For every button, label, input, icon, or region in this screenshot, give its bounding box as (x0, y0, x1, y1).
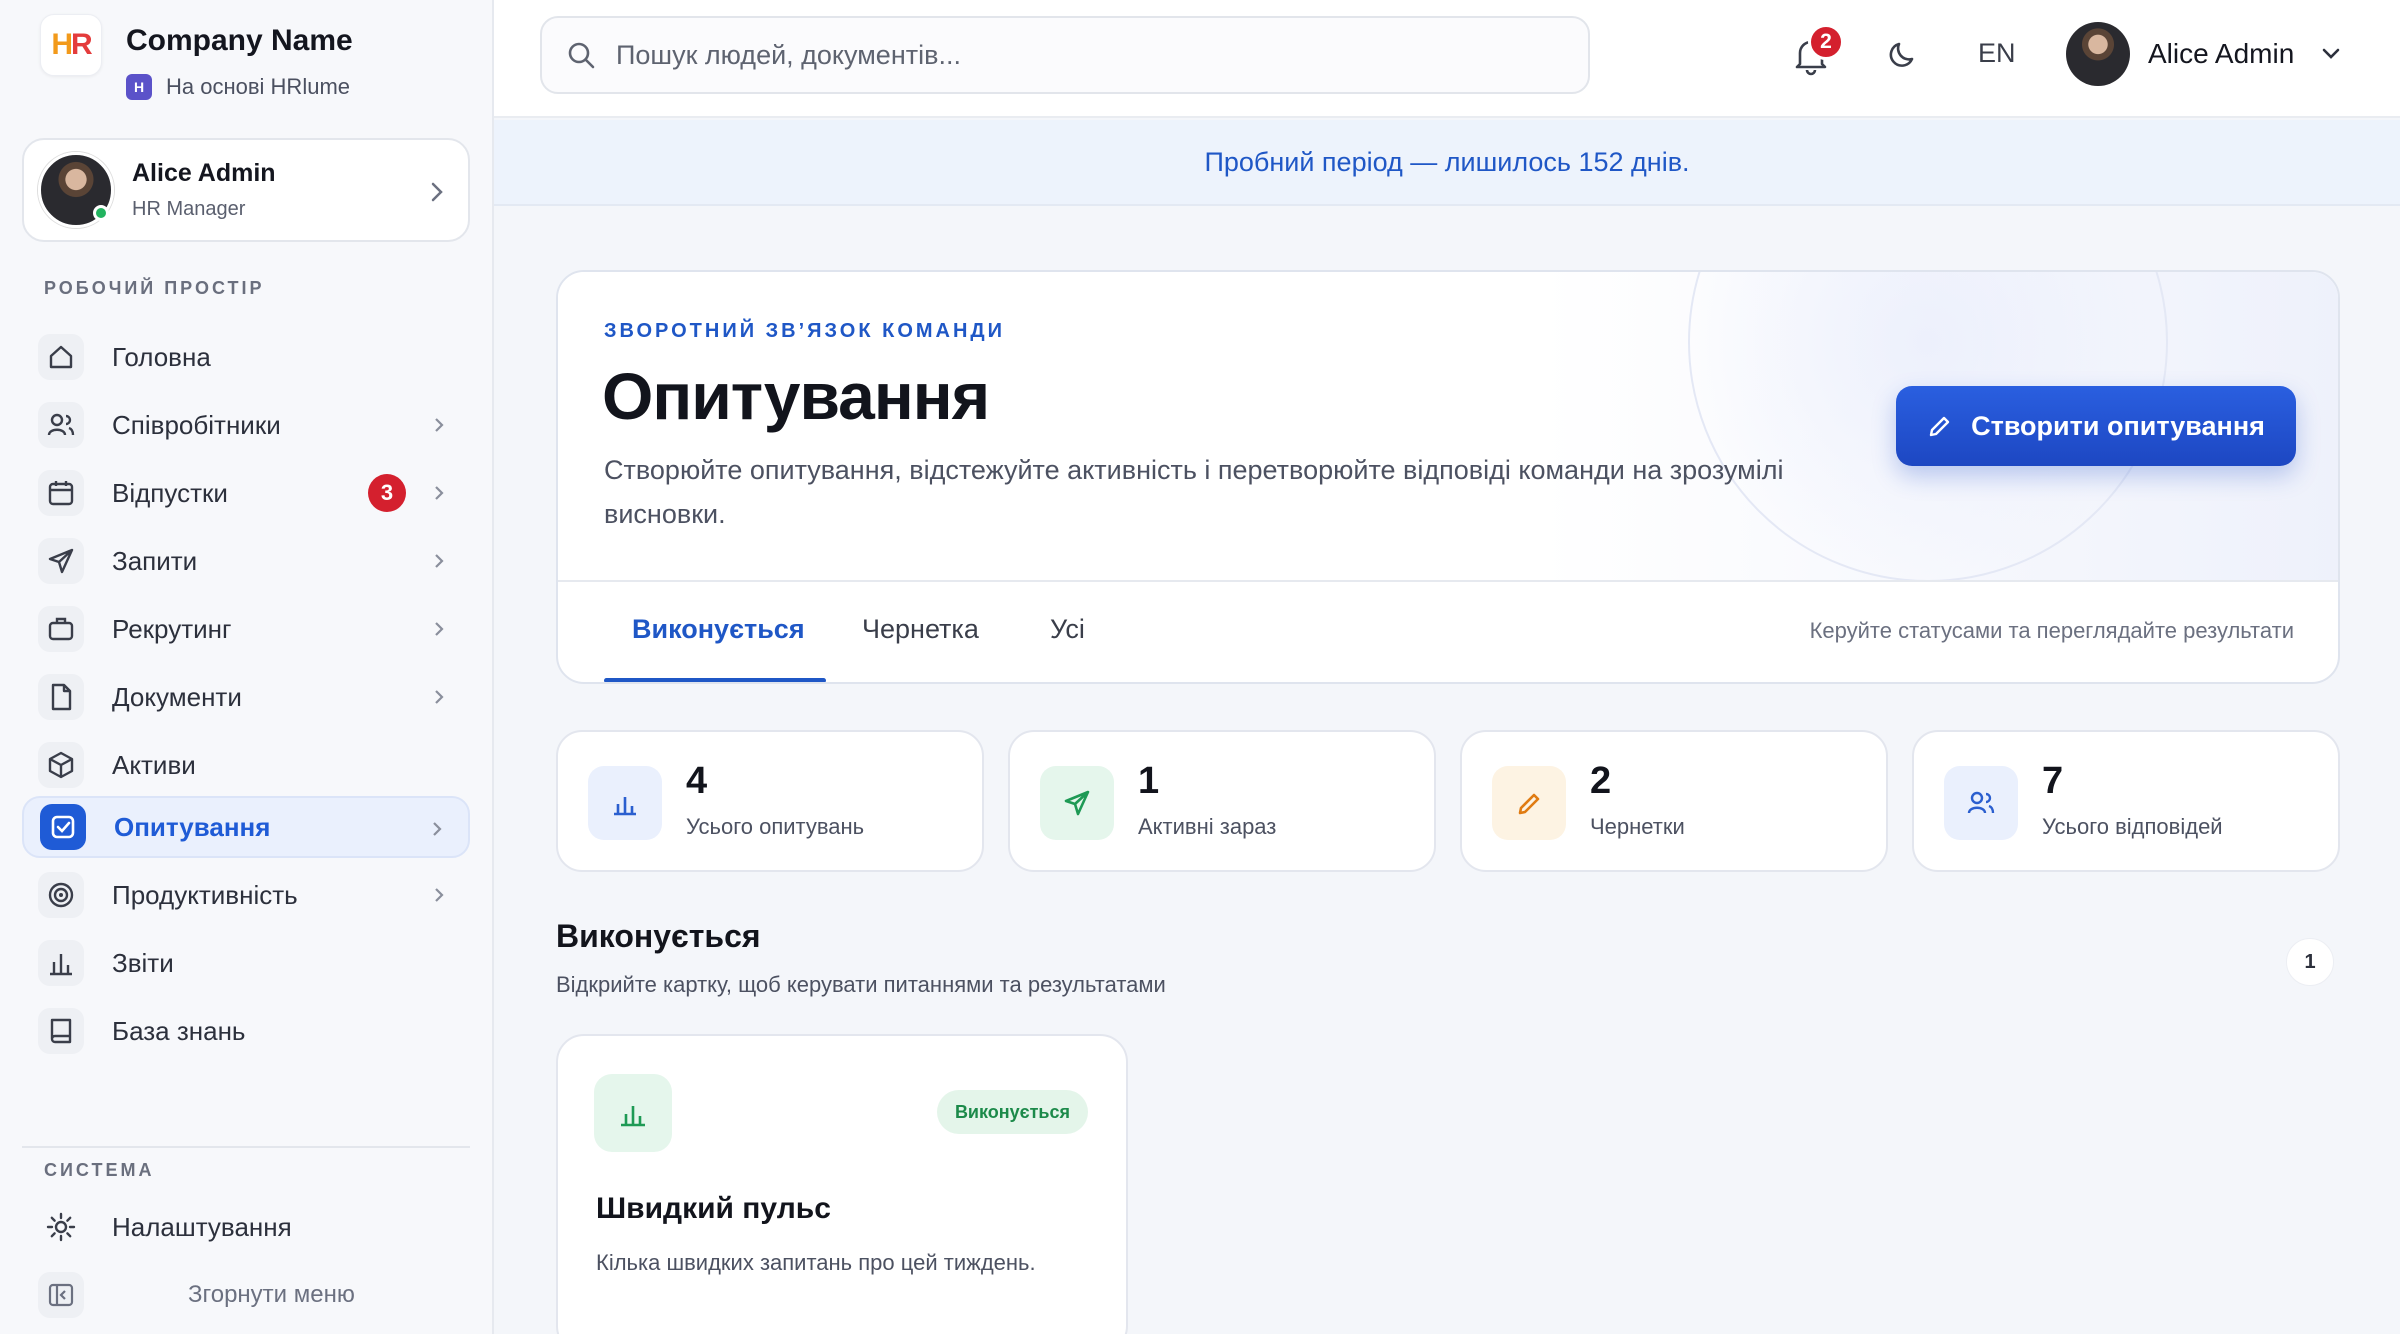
checkbox-icon (40, 804, 86, 850)
pencil-icon (1492, 766, 1566, 840)
section-title: Виконується (556, 918, 761, 954)
box-icon (38, 742, 84, 788)
sidebar-item-employees[interactable]: Співробітники (22, 394, 470, 456)
section-subtitle: Відкрийте картку, щоб керувати питаннями… (556, 972, 1166, 997)
stat-value: 4 (686, 760, 708, 802)
stat-label: Активні зараз (1138, 814, 1277, 839)
sidebar-item-knowledge-base[interactable]: База знань (22, 1000, 470, 1062)
briefcase-icon (38, 606, 84, 652)
sidebar: HR Company Name H На основі HRlume Alice… (0, 0, 494, 1334)
sidebar-item-recruiting[interactable]: Рекрутинг (22, 598, 470, 660)
send-icon (1040, 766, 1114, 840)
collapse-sidebar-icon (38, 1272, 84, 1318)
brand[interactable]: HR Company Name H На основі HRlume (40, 14, 353, 100)
chevron-right-icon (435, 888, 444, 902)
sidebar-item-leaves[interactable]: Відпустки 3 (22, 462, 470, 524)
workspace-label: РОБОЧИЙ ПРОСТІР (44, 278, 265, 298)
stat-label: Чернетки (1590, 814, 1685, 839)
pencil-icon (1929, 416, 1950, 437)
bar-chart-icon (594, 1074, 672, 1152)
document-icon (38, 674, 84, 720)
system-label: СИСТЕМА (44, 1160, 155, 1180)
page-description: Створюйте опитування, відстежуйте активн… (604, 455, 1784, 529)
bar-chart-icon (38, 940, 84, 986)
tabs-hint: Керуйте статусами та переглядайте резуль… (1809, 618, 2294, 643)
hrlume-logo-icon: H (126, 74, 152, 100)
users-icon (38, 402, 84, 448)
sidebar-item-assets[interactable]: Активи (22, 734, 470, 796)
leaves-badge: 3 (368, 474, 406, 512)
stat-card-drafts: 2 Чернетки (1460, 730, 1888, 872)
stat-value: 2 (1590, 760, 1612, 802)
chevron-right-icon (435, 554, 444, 568)
stat-card-total-responses: 7 Усього відповідей (1912, 730, 2340, 872)
chevron-right-icon (431, 182, 443, 202)
section-count: 1 (2286, 938, 2334, 986)
tab-draft[interactable]: Чернетка (862, 614, 979, 645)
avatar (38, 152, 114, 228)
search-box[interactable] (540, 16, 1590, 94)
search-icon (568, 42, 595, 69)
company-name: Company Name (126, 24, 353, 57)
gear-icon (38, 1204, 84, 1250)
user-role: HR Manager (132, 198, 246, 220)
chevron-right-icon (435, 418, 444, 432)
chevron-down-icon (2322, 48, 2340, 59)
sidebar-item-requests[interactable]: Запити (22, 530, 470, 592)
language-switcher[interactable]: EN (1978, 38, 2016, 69)
stat-value: 1 (1138, 760, 1160, 802)
survey-title: Швидкий пульс (596, 1192, 831, 1225)
active-tab-indicator (604, 678, 826, 682)
bar-chart-icon (588, 766, 662, 840)
powered-by: H На основі HRlume (126, 74, 353, 100)
tab-in-progress[interactable]: Виконується (632, 614, 805, 645)
surveys-hero-card: ЗВОРОТНИЙ ЗВ’ЯЗОК КОМАНДИ Опитування Ств… (556, 270, 2340, 684)
topbar-user-menu[interactable]: Alice Admin (2066, 22, 2342, 86)
online-indicator (93, 205, 109, 221)
notifications-badge: 2 (1808, 24, 1844, 60)
chevron-right-icon (433, 822, 442, 836)
stat-value: 7 (2042, 760, 2064, 802)
collapse-menu-button[interactable]: Згорнути меню (22, 1264, 470, 1326)
survey-description: Кілька швидких запитань про цей тиждень. (596, 1250, 1036, 1275)
send-icon (38, 538, 84, 584)
sidebar-item-settings[interactable]: Налаштування (22, 1196, 470, 1258)
create-survey-button[interactable]: Створити опитування (1896, 386, 2296, 466)
sidebar-item-documents[interactable]: Документи (22, 666, 470, 728)
stat-label: Усього опитувань (686, 814, 865, 839)
brand-logo: HR (40, 14, 102, 76)
stat-label: Усього відповідей (2042, 814, 2223, 839)
search-input[interactable] (616, 39, 1516, 71)
status-badge: Виконується (936, 1090, 1088, 1134)
chevron-right-icon (435, 622, 444, 636)
moon-icon[interactable] (1888, 38, 1920, 70)
sidebar-item-reports[interactable]: Звіти (22, 932, 470, 994)
page-title: Опитування (602, 359, 990, 433)
stat-card-active-now: 1 Активні зараз (1008, 730, 1436, 872)
sidebar-user-card[interactable]: Alice Admin HR Manager (22, 138, 470, 242)
user-name: Alice Admin (132, 159, 276, 187)
tab-all[interactable]: Усі (1050, 614, 1085, 645)
sidebar-item-performance[interactable]: Продуктивність (22, 864, 470, 926)
chevron-right-icon (435, 690, 444, 704)
book-icon (38, 1008, 84, 1054)
sidebar-item-surveys[interactable]: Опитування (22, 796, 470, 858)
home-icon (38, 334, 84, 380)
chevron-right-icon (435, 486, 444, 500)
sidebar-item-home[interactable]: Головна (22, 326, 470, 388)
hero-eyebrow: ЗВОРОТНИЙ ЗВ’ЯЗОК КОМАНДИ (604, 320, 1006, 342)
calendar-icon (38, 470, 84, 516)
trial-banner: Пробний період — лишилось 152 днів. (494, 120, 2400, 206)
survey-card[interactable]: Виконується Швидкий пульс Кілька швидких… (556, 1034, 1128, 1334)
stat-card-total-surveys: 4 Усього опитувань (556, 730, 984, 872)
target-icon (38, 872, 84, 918)
sidebar-divider (22, 1146, 470, 1148)
topbar: 2 EN Alice Admin (494, 0, 2400, 118)
avatar (2066, 22, 2130, 86)
hero-divider (558, 580, 2338, 582)
topbar-user-name: Alice Admin (2148, 38, 2295, 69)
users-icon (1944, 766, 2018, 840)
